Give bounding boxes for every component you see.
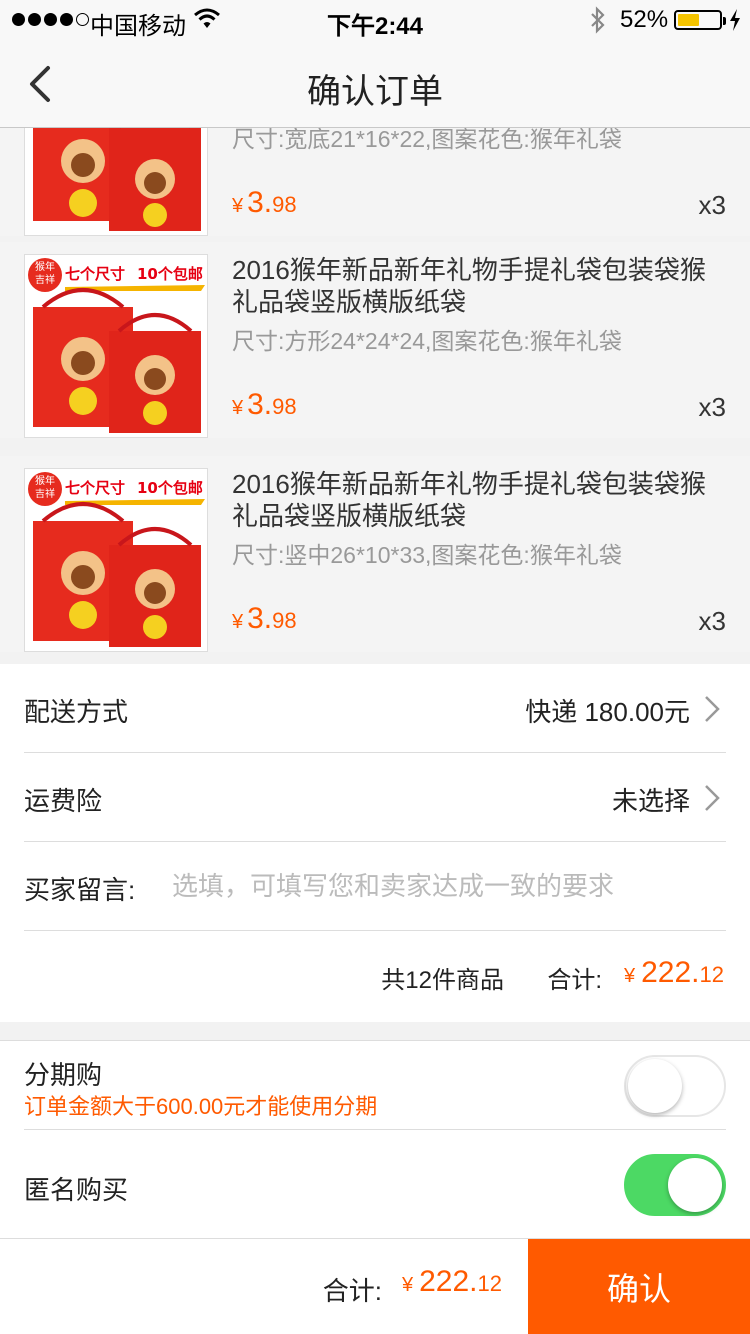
product-thumbnail: 猴年 吉祥 七个尺寸 10个包邮 <box>24 254 208 438</box>
purchase-options: 分期购 订单金额大于600.00元才能使用分期 匿名购买 <box>0 1040 750 1238</box>
product-quantity: x3 <box>698 392 726 422</box>
insurance-value: 未选择 <box>611 786 690 816</box>
battery-icon <box>674 10 726 30</box>
product-price: ¥3.98 <box>232 388 297 421</box>
product-thumbnail <box>24 128 208 236</box>
insurance-label: 运费险 <box>24 786 103 816</box>
product-thumbnail: 猴年 吉祥 七个尺寸 10个包邮 <box>24 468 208 652</box>
gift-bag-image: 猴年 吉祥 七个尺寸 10个包邮 <box>28 472 205 647</box>
page-title: 确认订单 <box>307 73 443 111</box>
summary-total-price: ¥222.12 <box>624 956 724 989</box>
nav-bar: 确认订单 <box>0 40 750 128</box>
bluetooth-icon <box>591 6 605 34</box>
gift-bag-image: 猴年 吉祥 七个尺寸 10个包邮 <box>28 258 205 433</box>
delivery-method-row[interactable]: 配送方式 快递 180.00元 <box>24 664 726 753</box>
chevron-right-icon <box>705 696 720 722</box>
product-quantity: x3 <box>698 606 726 636</box>
product-item[interactable]: 尺寸:宽底21*16*22,图案花色:猴年礼袋 ¥3.98 x3 <box>0 128 750 236</box>
bottom-total-price: ¥222.12 <box>402 1265 502 1298</box>
product-name: 2016猴年新品新年礼物手提礼袋包装袋猴礼品袋竖版横版纸袋 <box>232 469 706 531</box>
svg-text:10个包邮: 10个包邮 <box>137 479 203 497</box>
product-spec: 尺寸:方形24*24*24,图案花色:猴年礼袋 <box>232 328 622 354</box>
buyer-message-input[interactable] <box>172 864 712 908</box>
product-quantity: x3 <box>698 190 726 220</box>
anonymous-toggle[interactable] <box>624 1154 726 1216</box>
charging-icon <box>730 9 740 31</box>
toggle-knob <box>668 1158 722 1212</box>
svg-text:吉祥: 吉祥 <box>35 487 55 500</box>
product-item[interactable]: 猴年 吉祥 七个尺寸 10个包邮 2016猴年新品新年礼物手提礼袋包装袋猴礼品袋… <box>0 242 750 438</box>
toggle-knob <box>628 1059 682 1113</box>
chevron-right-icon <box>705 785 720 811</box>
status-bar: 中国移动 下午2:44 52% <box>0 0 750 40</box>
message-label: 买家留言: <box>24 875 136 905</box>
order-options: 配送方式 快递 180.00元 运费险 未选择 买家留言: 共12件商品 合计:… <box>0 664 750 1022</box>
anonymous-row: 匿名购买 <box>24 1130 726 1239</box>
gift-bag-image <box>33 128 201 231</box>
product-spec: 尺寸:竖中26*10*33,图案花色:猴年礼袋 <box>232 542 622 568</box>
installment-toggle[interactable] <box>624 1055 726 1117</box>
confirm-button[interactable]: 确认 <box>528 1239 750 1334</box>
order-summary: 共12件商品 合计: ¥222.12 <box>24 932 726 1022</box>
buyer-message-row: 买家留言: <box>24 842 726 931</box>
installment-row: 分期购 订单金额大于600.00元才能使用分期 <box>24 1041 726 1130</box>
product-price: ¥3.98 <box>232 602 297 635</box>
anonymous-label: 匿名购买 <box>24 1175 129 1205</box>
product-spec: 尺寸:宽底21*16*22,图案花色:猴年礼袋 <box>232 128 622 152</box>
installment-label: 分期购 <box>24 1060 103 1090</box>
svg-text:七个尺寸: 七个尺寸 <box>65 479 125 497</box>
product-name: 2016猴年新品新年礼物手提礼袋包装袋猴礼品袋竖版横版纸袋 <box>232 255 706 317</box>
bottom-total-label: 合计: <box>322 1276 382 1306</box>
delivery-value: 快递 180.00元 <box>525 697 690 727</box>
product-list: 尺寸:宽底21*16*22,图案花色:猴年礼袋 ¥3.98 x3 猴年 吉祥 七… <box>0 128 750 664</box>
product-item[interactable]: 猴年 吉祥 七个尺寸 10个包邮 2016猴年新品新年礼物手提礼袋包装袋猴礼品袋… <box>0 456 750 652</box>
installment-note: 订单金额大于600.00元才能使用分期 <box>24 1094 378 1119</box>
shipping-insurance-row[interactable]: 运费险 未选择 <box>24 753 726 842</box>
item-count: 共12件商品 <box>381 967 504 994</box>
svg-text:吉祥: 吉祥 <box>35 273 55 286</box>
delivery-label: 配送方式 <box>24 697 129 727</box>
svg-text:猴年: 猴年 <box>35 260 55 273</box>
svg-text:10个包邮: 10个包邮 <box>137 265 203 283</box>
summary-total-label: 合计: <box>547 967 602 994</box>
svg-text:七个尺寸: 七个尺寸 <box>65 265 125 283</box>
product-price: ¥3.98 <box>232 186 297 219</box>
battery-percent: 52% <box>620 6 669 33</box>
bottom-bar: 合计: ¥222.12 确认 <box>0 1238 750 1334</box>
svg-text:猴年: 猴年 <box>35 474 55 487</box>
